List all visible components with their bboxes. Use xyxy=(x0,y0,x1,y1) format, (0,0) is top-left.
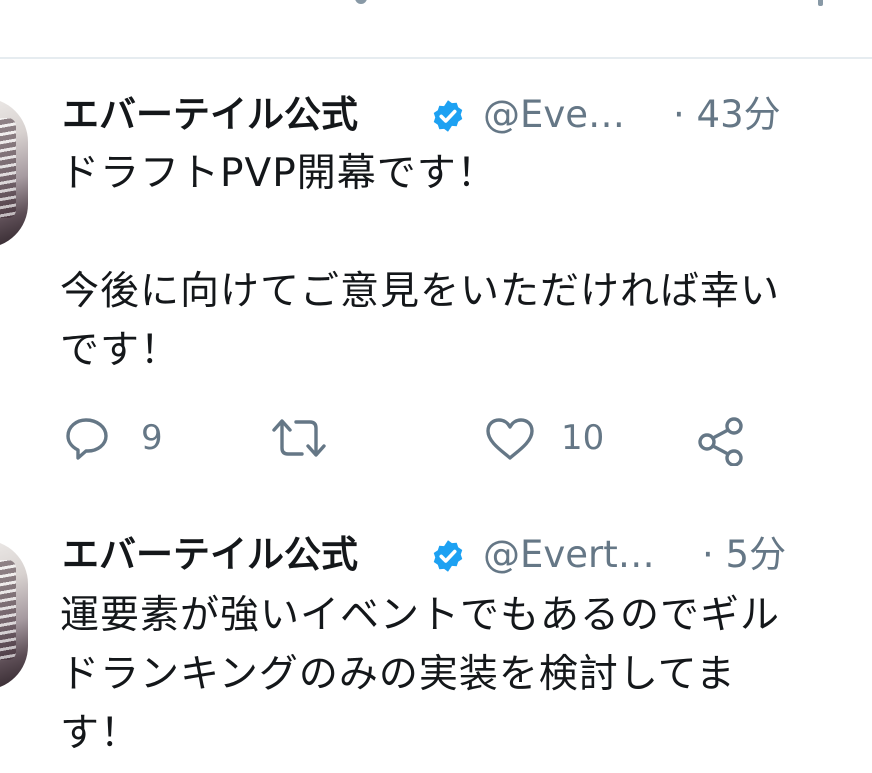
avatar[interactable] xyxy=(0,98,28,248)
timestamp[interactable]: · 43分 xyxy=(673,90,781,140)
previous-tweet-icon-partial xyxy=(355,0,367,4)
share-icon xyxy=(698,417,743,466)
like-count: 10 xyxy=(561,418,605,458)
like-button[interactable]: 10 xyxy=(484,410,634,466)
display-name[interactable]: エバーテイル公式 xyxy=(62,530,358,580)
reply-button[interactable]: 9 xyxy=(64,410,204,466)
tweet[interactable]: エバーテイル公式 @Eve… · 43分 ドラフトPVP開幕です！ 今後に向けて… xyxy=(0,62,872,482)
retweet-icon xyxy=(272,419,326,457)
avatar[interactable] xyxy=(0,540,28,690)
tweet-header: エバーテイル公式 @Evert… · 5分 xyxy=(62,530,872,580)
timeline: エバーテイル公式 @Eve… · 43分 ドラフトPVP開幕です！ 今後に向けて… xyxy=(0,0,872,773)
tweet[interactable]: エバーテイル公式 @Evert… · 5分 運要素が強いイベントでもあるのでギル… xyxy=(0,500,872,773)
user-handle[interactable]: @Eve… xyxy=(483,90,625,140)
previous-tweet-icon-partial-right xyxy=(818,0,823,6)
verified-icon xyxy=(433,100,463,132)
timestamp[interactable]: · 5分 xyxy=(702,530,786,580)
user-handle[interactable]: @Evert… xyxy=(483,530,655,580)
like-icon xyxy=(486,418,534,460)
tweet-header: エバーテイル公式 @Eve… · 43分 xyxy=(62,90,872,140)
reply-count: 9 xyxy=(141,418,163,458)
share-button[interactable] xyxy=(696,410,756,466)
previous-tweet-actions-partial xyxy=(0,0,872,59)
tweet-actions: 9 10 xyxy=(0,410,872,466)
tweet-text: 運要素が強いイベントでもあるのでギル ドランキングのみの実装を検討してま す！ xyxy=(60,593,781,756)
retweet-button[interactable] xyxy=(270,410,370,466)
verified-icon xyxy=(433,540,463,572)
display-name[interactable]: エバーテイル公式 xyxy=(62,90,358,140)
reply-icon xyxy=(66,418,108,460)
tweet-text: ドラフトPVP開幕です！ 今後に向けてご意見をいただければ幸い です！ xyxy=(60,151,781,373)
